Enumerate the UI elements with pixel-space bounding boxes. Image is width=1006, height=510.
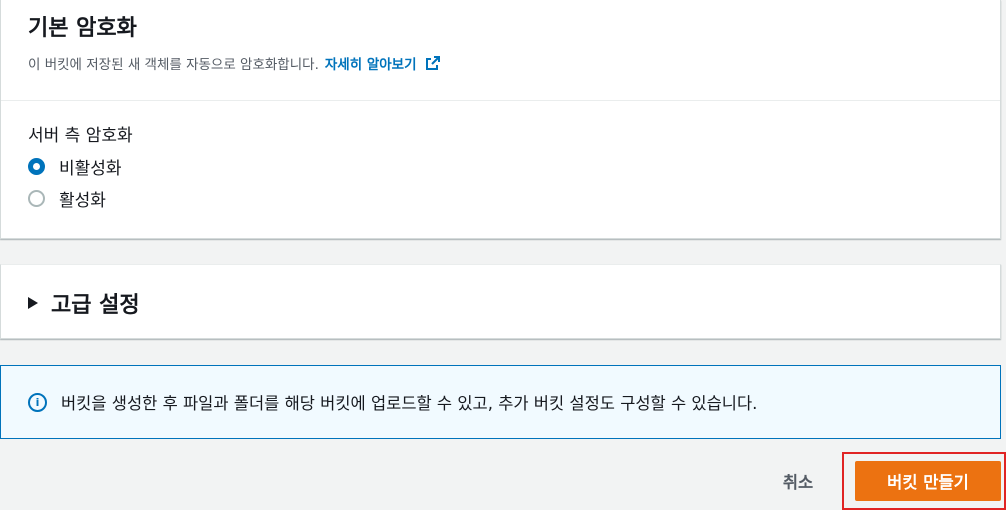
info-text: 버킷을 생성한 후 파일과 폴더를 해당 버킷에 업로드할 수 있고, 추가 버… bbox=[61, 394, 758, 413]
panel-title: 기본 암호화 bbox=[28, 16, 137, 41]
advanced-settings-toggle[interactable]: 고급 설정 bbox=[1, 265, 1000, 340]
panel-header: 기본 암호화 이 버킷에 저장된 새 객체를 자동으로 암호화합니다. 자세히 … bbox=[1, 0, 1000, 101]
description-text: 이 버킷에 저장된 새 객체를 자동으로 암호화합니다. bbox=[28, 57, 319, 73]
external-link-icon[interactable] bbox=[425, 55, 441, 71]
learn-more-link[interactable]: 자세히 알아보기 bbox=[325, 53, 417, 73]
panel-body: 서버 측 암호화 비활성화 활성화 bbox=[1, 101, 1000, 214]
caret-right-icon bbox=[28, 296, 38, 309]
server-side-encryption-label: 서버 측 암호화 bbox=[28, 126, 133, 146]
info-icon: i bbox=[28, 392, 47, 412]
default-encryption-panel: 기본 암호화 이 버킷에 저장된 새 객체를 자동으로 암호화합니다. 자세히 … bbox=[0, 0, 1001, 239]
advanced-settings-title: 고급 설정 bbox=[51, 292, 140, 318]
advanced-settings-panel: 고급 설정 bbox=[0, 264, 1001, 339]
panel-description: 이 버킷에 저장된 새 객체를 자동으로 암호화합니다. 자세히 알아보기 bbox=[28, 53, 1000, 73]
radio-enable-label: 활성화 bbox=[59, 190, 106, 211]
radio-option-disable[interactable]: 비활성화 bbox=[28, 150, 1000, 182]
info-alert: i 버킷을 생성한 후 파일과 폴더를 해당 버킷에 업로드할 수 있고, 추가… bbox=[0, 365, 1001, 439]
cancel-button[interactable]: 취소 bbox=[766, 465, 830, 497]
radio-option-enable[interactable]: 활성화 bbox=[28, 182, 1000, 214]
create-bucket-button[interactable]: 버킷 만들기 bbox=[855, 461, 1001, 501]
radio-disable[interactable] bbox=[28, 157, 45, 175]
radio-disable-label: 비활성화 bbox=[59, 158, 122, 179]
radio-enable[interactable] bbox=[28, 189, 45, 207]
